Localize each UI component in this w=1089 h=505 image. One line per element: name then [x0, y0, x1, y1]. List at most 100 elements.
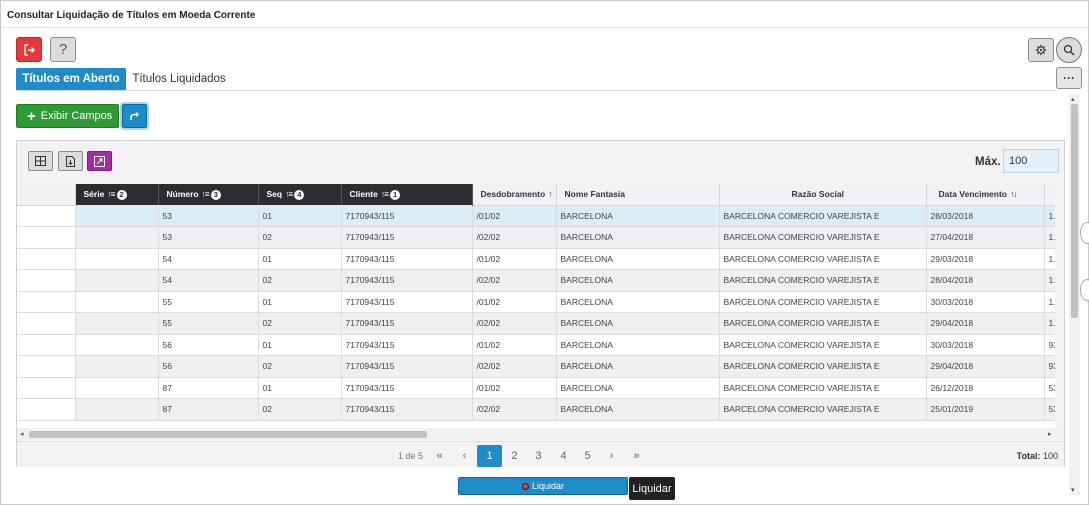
- table-cell: 25/01/2019: [926, 398, 1045, 421]
- column-header-cliente[interactable]: Cliente ↑≡ 1: [341, 184, 473, 205]
- sort-icon: ↑≡: [285, 189, 293, 200]
- table-cell: [75, 377, 159, 399]
- table-cell: BARCELONA COMERCIO VAREJISTA E: [719, 205, 927, 227]
- page-info: 1 de 5: [398, 451, 424, 461]
- row-selector-cell: [17, 248, 76, 270]
- settings-button[interactable]: [1028, 38, 1054, 62]
- table-row[interactable]: 87 02 7170943/115/02/02 BARCELONA BARCELONA …: [17, 398, 1055, 421]
- prev-page-button[interactable]: ‹: [452, 445, 477, 467]
- column-header-razao-social[interactable]: Razão Social: [719, 184, 927, 206]
- table-cell: 02: [258, 312, 342, 335]
- table-row[interactable]: 54 01 7170943/115/01/02 BARCELONA BARCELONA …: [17, 248, 1055, 270]
- sort-icon: ↑↓: [1010, 189, 1017, 200]
- help-button[interactable]: ?: [50, 37, 76, 62]
- column-header-numero[interactable]: Número ↑≡ 3: [158, 184, 259, 205]
- grid-layout-button[interactable]: [28, 151, 53, 171]
- table-cell: BARCELONA: [556, 269, 720, 292]
- row-selector-cell: [17, 355, 76, 378]
- column-header-nome-fantasia[interactable]: Nome Fantasia: [556, 184, 720, 206]
- table-cell: 28/03/2018: [926, 205, 1045, 227]
- table-cell: [75, 226, 159, 249]
- sort-rank-badge: 3: [210, 189, 221, 200]
- page-2-button[interactable]: 2: [502, 445, 527, 467]
- table-cell: 55: [158, 291, 259, 313]
- liquidar-icon: [521, 482, 529, 490]
- horizontal-scroll-thumb[interactable]: [29, 431, 427, 438]
- row-selector-cell: [17, 377, 76, 399]
- column-header-serie[interactable]: Série ↑≡ 2: [75, 184, 159, 205]
- tab-titulos-em-aberto[interactable]: Títulos em Aberto: [16, 68, 126, 90]
- scroll-left-icon[interactable]: ◂: [20, 430, 24, 438]
- row-selector-cell: [17, 334, 76, 356]
- first-page-button[interactable]: «: [427, 445, 452, 467]
- table-row[interactable]: 87 01 7170943/115/01/02 BARCELONA BARCELONA …: [17, 377, 1055, 399]
- table-row[interactable]: 56 01 7170943/115/01/02 BARCELONA BARCELONA …: [17, 334, 1055, 356]
- table-cell: BARCELONA: [556, 291, 720, 313]
- table-row[interactable]: 54 02 7170943/115/02/02 BARCELONA BARCELONA …: [17, 269, 1055, 292]
- more-button[interactable]: ···: [1056, 67, 1082, 89]
- export-button[interactable]: [58, 151, 83, 171]
- table-row[interactable]: 55 01 7170943/115/01/02 BARCELONA BARCELONA …: [17, 291, 1055, 313]
- total-value: 100: [1042, 451, 1058, 461]
- side-handle[interactable]: [1080, 279, 1089, 301]
- table-cell: 01: [258, 291, 342, 313]
- row-selector-cell: [17, 205, 76, 227]
- column-header-label: Desdobramento: [480, 189, 546, 200]
- table-cell: 55: [158, 312, 259, 335]
- results-table: Série ↑≡ 2 Número ↑≡ 3 Seq ↑≡ 4 Cliente ↑≡ 1 Des…: [17, 184, 1055, 421]
- table-cell: 30/03/2018: [926, 334, 1045, 356]
- table-row[interactable]: 53 01 7170943/115/01/02 BARCELONA BARCELONA …: [17, 205, 1055, 227]
- last-page-button[interactable]: »: [624, 445, 649, 467]
- tab-titulos-liquidados[interactable]: Títulos Liquidados: [129, 68, 229, 90]
- table-cell: 01: [258, 248, 342, 270]
- side-handle[interactable]: [1080, 222, 1089, 244]
- exibir-campos-button[interactable]: + Exibir Campos: [16, 104, 119, 128]
- row-selector-cell: [17, 226, 76, 249]
- table-cell: 27/04/2018: [926, 226, 1045, 249]
- table-cell: BARCELONA COMERCIO VAREJISTA E: [719, 398, 927, 421]
- column-header-data-vencimento[interactable]: Data Vencimento ↑↓: [926, 184, 1045, 206]
- sort-icon: ↑≡: [380, 189, 389, 200]
- table-cell: /01/02: [472, 291, 557, 313]
- sort-rank-badge: 4: [294, 189, 305, 200]
- table-cell: BARCELONA COMERCIO VAREJISTA E: [719, 226, 927, 249]
- column-header-seq[interactable]: Seq ↑≡ 4: [258, 184, 342, 205]
- search-button[interactable]: [1056, 37, 1082, 63]
- page-3-button[interactable]: 3: [526, 445, 551, 467]
- column-header-label: Data Vencimento: [938, 189, 1008, 200]
- table-cell: [75, 398, 159, 421]
- scroll-up-icon[interactable]: ▴: [1071, 95, 1075, 103]
- vertical-scroll-thumb[interactable]: [1071, 104, 1078, 318]
- page-4-button[interactable]: 4: [551, 445, 576, 467]
- exit-button[interactable]: [16, 37, 42, 62]
- table-cell: 7170943/115: [341, 291, 473, 313]
- table-row[interactable]: 53 02 7170943/115/02/02 BARCELONA BARCELONA …: [17, 226, 1055, 249]
- table-row[interactable]: 55 02 7170943/115/02/02 BARCELONA BARCELONA …: [17, 312, 1055, 335]
- plus-icon: +: [27, 107, 36, 125]
- max-input[interactable]: [1003, 149, 1059, 173]
- next-page-button[interactable]: ›: [599, 445, 624, 467]
- table-cell: 7170943/115: [341, 334, 473, 356]
- table-cell: 7170943/115: [341, 269, 473, 292]
- table-cell: 1.: [1044, 226, 1055, 249]
- table-cell: /02/02: [472, 226, 557, 249]
- share-button[interactable]: [122, 104, 147, 128]
- table-cell: BARCELONA COMERCIO VAREJISTA E: [719, 334, 927, 356]
- expand-button[interactable]: [87, 151, 112, 171]
- table-row[interactable]: 56 02 7170943/115/02/02 BARCELONA BARCELONA …: [17, 355, 1055, 378]
- column-header-valor[interactable]: [1044, 184, 1055, 206]
- help-icon: ?: [58, 41, 68, 58]
- column-header-label: Seq: [266, 189, 283, 200]
- column-header-label: Número: [166, 189, 199, 200]
- column-header-desdobramento[interactable]: Desdobramento ↑: [472, 184, 557, 206]
- page-1-button[interactable]: 1: [477, 445, 502, 467]
- liquidar-button[interactable]: Liquidar: [458, 477, 628, 495]
- table-cell: BARCELONA: [556, 377, 720, 399]
- table-cell: 29/04/2018: [926, 312, 1045, 335]
- scroll-right-icon[interactable]: ▸: [1048, 430, 1052, 438]
- table-cell: 29/03/2018: [926, 248, 1045, 270]
- scroll-down-icon[interactable]: ▾: [1071, 486, 1075, 494]
- page-5-button[interactable]: 5: [575, 445, 600, 467]
- total-label: Total:: [1016, 451, 1041, 461]
- table-cell: [75, 291, 159, 313]
